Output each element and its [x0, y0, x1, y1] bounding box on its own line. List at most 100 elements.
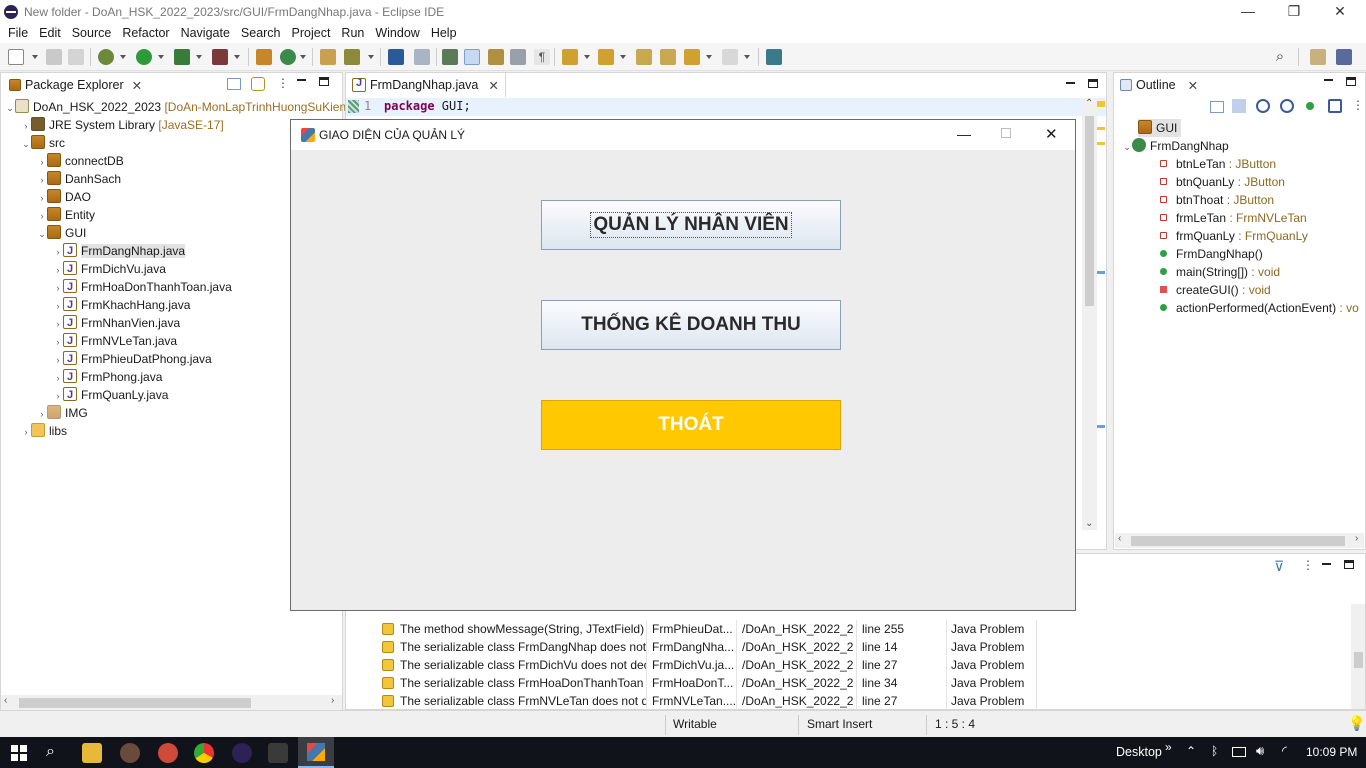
back-icon[interactable] — [684, 49, 700, 65]
dialog-minimize-button[interactable]: — — [957, 126, 971, 142]
manage-staff-button[interactable]: QUẢN LÝ NHÂN VIÊN — [541, 200, 841, 250]
hide-nonpublic-icon[interactable] — [1306, 102, 1314, 110]
filter-icon[interactable]: ⊽ — [1274, 558, 1284, 575]
bluetooth-icon[interactable]: ᛒ — [1211, 744, 1218, 758]
new-package-icon[interactable] — [256, 49, 272, 65]
chevron-up-icon[interactable]: ⌃ — [1186, 744, 1196, 758]
outline-member[interactable]: btnQuanLy : JButton — [1160, 173, 1285, 191]
overview-marker[interactable] — [1097, 425, 1105, 428]
minimize-view-icon[interactable] — [1324, 79, 1333, 81]
tree-file[interactable]: › FrmKhachHang.java — [53, 296, 191, 314]
tree-file[interactable]: › FrmQuanLy.java — [53, 386, 169, 404]
close-view-icon[interactable]: ✕ — [132, 78, 142, 93]
tree-file[interactable]: › FrmNVLeTan.java — [53, 332, 178, 350]
battery-icon[interactable] — [1232, 747, 1246, 757]
menu-run[interactable]: Run — [341, 26, 364, 40]
save-all-icon[interactable] — [68, 49, 84, 65]
maximize-button[interactable]: ❐ — [1271, 0, 1317, 23]
dialog-close-button[interactable]: ✕ — [1045, 125, 1058, 143]
outline-member[interactable]: actionPerformed(ActionEvent) : vo — [1160, 299, 1359, 317]
hide-fields-icon[interactable] — [1256, 99, 1270, 113]
hide-static-icon[interactable] — [1280, 99, 1294, 113]
last-edit-icon[interactable] — [636, 49, 652, 65]
app-icon[interactable] — [158, 743, 178, 763]
sort-icon[interactable] — [1232, 99, 1246, 113]
toolbar-chevron[interactable]: » — [1165, 740, 1172, 754]
console-icon[interactable] — [388, 49, 404, 65]
menu-refactor[interactable]: Refactor — [122, 26, 169, 40]
tree-package[interactable]: › DanhSach — [37, 170, 121, 188]
open-perspective-icon[interactable] — [1310, 49, 1326, 65]
tab-outline[interactable]: Outline ✕ — [1114, 73, 1205, 97]
horizontal-scrollbar[interactable]: ‹ › — [1, 695, 342, 710]
tree-src[interactable]: ⌄ src — [21, 134, 65, 152]
word-wrap-icon[interactable] — [510, 49, 526, 65]
close-button[interactable]: ✕ — [1317, 0, 1363, 23]
view-menu-icon[interactable]: ⋮ — [277, 76, 289, 90]
volume-icon[interactable]: 🔊︎ — [1256, 743, 1264, 759]
tree-package[interactable]: › Entity — [37, 206, 95, 224]
tree-jre[interactable]: › JRE System Library [JavaSE-17] — [21, 116, 224, 134]
tree-file[interactable]: › FrmPhieuDatPhong.java — [53, 350, 212, 368]
minimize-view-icon[interactable] — [1322, 563, 1331, 565]
file-explorer-icon[interactable] — [82, 743, 102, 763]
minimize-button[interactable]: — — [1225, 0, 1271, 23]
tree-package[interactable]: › DAO — [37, 188, 91, 206]
wifi-icon[interactable]: ◜ — [1282, 743, 1287, 759]
view-menu-icon[interactable]: ⋮ — [1352, 98, 1364, 112]
tree-folder[interactable]: › IMG — [37, 404, 88, 422]
menu-file[interactable]: File — [8, 26, 28, 40]
tab-package-explorer[interactable]: Package Explorer ✕ — [3, 73, 149, 97]
dialog-maximize-button[interactable] — [1001, 128, 1011, 138]
minimize-view-icon[interactable] — [1066, 82, 1075, 84]
search-icon[interactable]: ⌕ — [1272, 49, 1288, 65]
menu-edit[interactable]: Edit — [39, 26, 61, 40]
pin-editor-icon[interactable] — [766, 49, 782, 65]
revenue-stats-button[interactable]: THỐNG KÊ DOANH THU — [541, 300, 841, 350]
tree-file[interactable]: › FrmPhong.java — [53, 368, 163, 386]
tree-project[interactable]: ⌄ DoAn_HSK_2022_2023 [DoAn-MonLapTrinhHuo… — [5, 98, 346, 116]
maximize-view-icon[interactable] — [1344, 560, 1354, 569]
view-menu-icon[interactable]: ⋮ — [1302, 558, 1314, 572]
debug-icon[interactable] — [98, 49, 114, 65]
new-icon[interactable] — [8, 49, 24, 65]
collapse-all-icon[interactable] — [1210, 101, 1224, 113]
highlight-icon[interactable] — [464, 49, 480, 65]
tab-editor-file[interactable]: FrmDangNhap.java ✕ — [346, 73, 506, 97]
coverage-icon[interactable] — [174, 49, 190, 65]
menu-help[interactable]: Help — [431, 26, 457, 40]
vertical-scrollbar[interactable]: ⌃ ⌄ — [1082, 98, 1097, 530]
horizontal-scrollbar[interactable]: ‹ › — [1115, 533, 1364, 548]
overview-marker[interactable] — [1097, 127, 1105, 130]
open-type-icon[interactable] — [320, 49, 336, 65]
app-icon[interactable] — [120, 743, 140, 763]
overview-marker[interactable] — [1097, 271, 1105, 274]
tree-file[interactable]: › FrmHoaDonThanhToan.java — [53, 278, 232, 296]
lightbulb-icon[interactable]: 💡 — [1348, 715, 1365, 732]
eclipse-icon[interactable] — [232, 743, 252, 763]
maximize-view-icon[interactable] — [319, 77, 329, 86]
show-whitespace-icon[interactable]: ¶ — [534, 49, 550, 65]
tree-file[interactable]: › FrmNhanVien.java — [53, 314, 181, 332]
mark-occurrences-icon[interactable] — [442, 49, 458, 65]
forward-edit-icon[interactable] — [660, 49, 676, 65]
toggle-icon[interactable] — [414, 49, 430, 65]
menu-window[interactable]: Window — [375, 26, 419, 40]
prev-annotation-icon[interactable] — [598, 49, 614, 65]
link-editor-icon[interactable] — [251, 77, 265, 91]
block-select-icon[interactable] — [488, 49, 504, 65]
chrome-icon[interactable] — [194, 743, 214, 763]
collapse-all-icon[interactable] — [227, 78, 241, 90]
save-icon[interactable] — [46, 49, 62, 65]
code-line[interactable]: package GUI; — [384, 99, 471, 113]
outline-package[interactable]: GUI — [1138, 119, 1182, 137]
tree-package[interactable]: ⌄ GUI — [37, 224, 86, 242]
new-class-icon[interactable] — [280, 49, 296, 65]
desktop-toolbar[interactable]: Desktop — [1116, 745, 1162, 759]
tree-package[interactable]: › connectDB — [37, 152, 124, 170]
tree-file[interactable]: › FrmDangNhap.java — [53, 242, 186, 260]
outline-member[interactable]: main(String[]) : void — [1160, 263, 1280, 281]
minimize-view-icon[interactable] — [297, 79, 306, 81]
vertical-scrollbar[interactable] — [1351, 604, 1365, 709]
outline-member[interactable]: FrmDangNhap() — [1160, 245, 1263, 263]
